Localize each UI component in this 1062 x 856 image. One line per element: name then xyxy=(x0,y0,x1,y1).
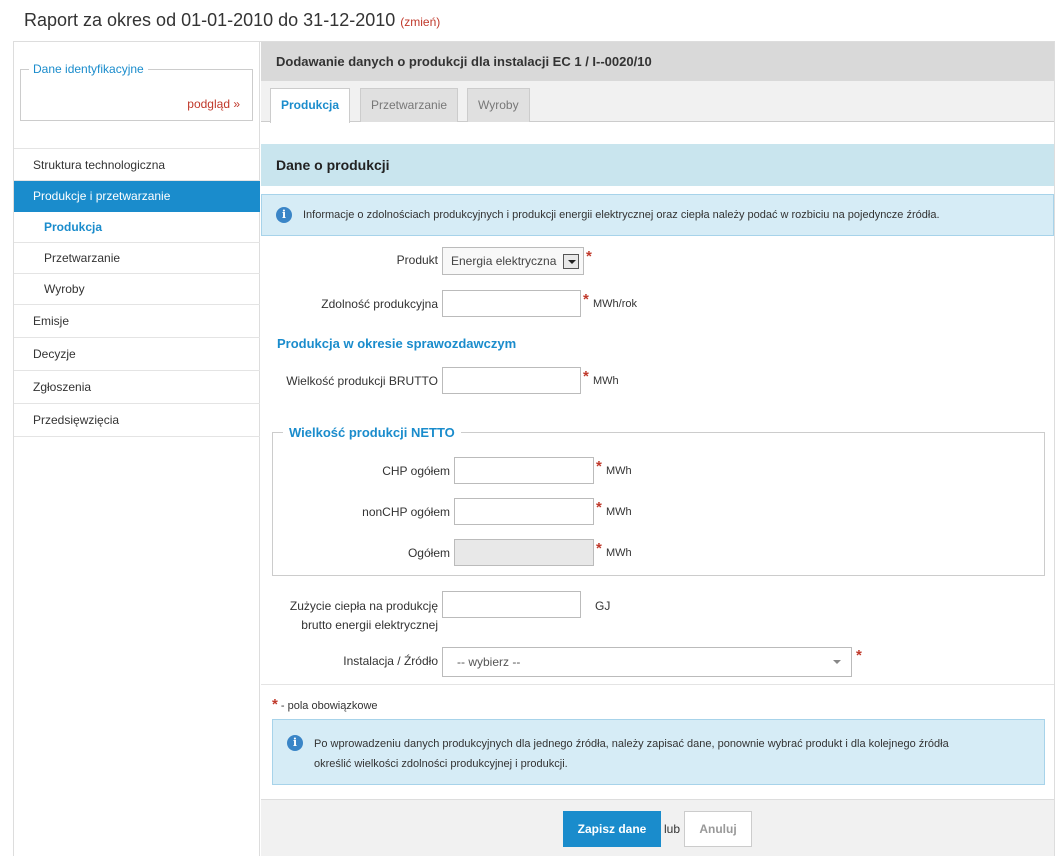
chp-label: CHP ogółem xyxy=(382,464,450,478)
sidebar-item-decisions[interactable]: Decyzje xyxy=(14,338,260,371)
sidebar-subitem-production[interactable]: Produkcja xyxy=(14,212,260,243)
info-box-bottom: i Po wprowadzeniu danych produkcyjnych d… xyxy=(272,719,1045,785)
sidebar-item-production-processing[interactable]: Produkcje i przetwarzanie xyxy=(14,181,260,212)
required-star-icon: * xyxy=(583,291,589,308)
tab-products[interactable]: Wyroby xyxy=(467,88,530,122)
required-star-icon: * xyxy=(583,368,589,385)
cancel-button[interactable]: Anuluj xyxy=(684,811,752,847)
product-select[interactable]: Energia elektryczna xyxy=(442,247,584,275)
total-label: Ogółem xyxy=(407,546,450,560)
chp-unit: MWh xyxy=(606,465,632,477)
heat-label-line1: Zużycie ciepła na produkcję xyxy=(289,599,438,613)
or-text: lub xyxy=(664,822,681,836)
source-select[interactable]: -- wybierz -- xyxy=(442,647,852,677)
chevron-down-icon xyxy=(833,660,841,664)
section-title: Dane o produkcji xyxy=(261,144,1054,186)
required-note: * - pola obowiązkowe xyxy=(272,696,378,713)
nonchp-input[interactable] xyxy=(454,498,594,525)
dropdown-arrow-icon[interactable] xyxy=(563,254,579,269)
capacity-unit: MWh/rok xyxy=(593,298,637,310)
change-period-link[interactable]: zmień xyxy=(404,15,436,29)
tab-processing[interactable]: Przetwarzanie xyxy=(360,88,459,122)
capacity-label: Zdolność produkcyjna xyxy=(321,297,438,311)
info-icon: i xyxy=(276,207,292,223)
divider xyxy=(261,684,1054,685)
source-label: Instalacja / Źródło xyxy=(343,654,438,668)
source-select-value: -- wybierz -- xyxy=(457,655,521,669)
required-star-icon: * xyxy=(596,499,602,516)
info-text-top: Informacje o zdolnościach produkcyjnych … xyxy=(303,209,940,221)
identification-box: Dane identyfikacyjne podgląd » xyxy=(20,62,253,121)
heat-label-line2: brutto energii elektrycznej xyxy=(301,618,438,632)
required-star-icon: * xyxy=(596,458,602,475)
capacity-input[interactable] xyxy=(442,290,581,317)
form-actions: Zapisz dane lub Anuluj xyxy=(261,799,1054,856)
save-button[interactable]: Zapisz dane xyxy=(563,811,661,847)
netto-legend: Wielkość produkcji NETTO xyxy=(283,425,461,440)
required-note-text: - pola obowiązkowe xyxy=(277,700,378,712)
heat-input[interactable] xyxy=(442,591,581,618)
brutto-input[interactable] xyxy=(442,367,581,394)
product-select-value: Energia elektryczna xyxy=(451,254,557,268)
info-box-top: i Informacje o zdolnościach produkcyjnyc… xyxy=(261,194,1054,236)
product-label: Produkt xyxy=(396,253,438,267)
total-input xyxy=(454,539,594,566)
preview-link[interactable]: podgląd » xyxy=(187,97,240,111)
info-text-bottom-line1: Po wprowadzeniu danych produkcyjnych dla… xyxy=(314,738,949,750)
required-star-icon: * xyxy=(856,647,862,664)
app-layout: Dane identyfikacyjne podgląd » Struktura… xyxy=(13,41,1055,856)
sidebar-subitem-products[interactable]: Wyroby xyxy=(14,274,260,305)
sidebar-item-emissions[interactable]: Emisje xyxy=(14,305,260,338)
sidebar-subitem-processing[interactable]: Przetwarzanie xyxy=(14,243,260,274)
required-star-icon: * xyxy=(596,540,602,557)
main-panel: Dodawanie danych o produkcji dla instala… xyxy=(261,42,1054,856)
tab-bar: Produkcja Przetwarzanie Wyroby xyxy=(261,81,1054,123)
netto-fieldset: Wielkość produkcji NETTO CHP ogółem * MW… xyxy=(272,425,1045,576)
nonchp-unit: MWh xyxy=(606,506,632,518)
tab-production[interactable]: Produkcja xyxy=(270,88,351,123)
required-star-icon: * xyxy=(586,248,592,265)
sidebar-item-projects[interactable]: Przedsięwzięcia xyxy=(14,404,260,437)
heat-label: Zużycie ciepła na produkcję brutto energ… xyxy=(261,597,438,635)
info-icon: i xyxy=(287,735,303,751)
heat-unit: GJ xyxy=(595,599,611,613)
brutto-label: Wielkość produkcji BRUTTO xyxy=(286,374,438,388)
period-heading: Produkcja w okresie sprawozdawczym xyxy=(277,336,517,351)
chp-input[interactable] xyxy=(454,457,594,484)
nonchp-label: nonCHP ogółem xyxy=(362,505,450,519)
sidebar-item-structure[interactable]: Struktura technologiczna xyxy=(14,148,260,181)
report-period-title: Raport za okres od 01-01-2010 do 31-12-2… xyxy=(24,10,396,30)
page-title: Raport za okres od 01-01-2010 do 31-12-2… xyxy=(24,10,441,30)
sidebar: Dane identyfikacyjne podgląd » Struktura… xyxy=(14,42,260,856)
main-title: Dodawanie danych o produkcji dla instala… xyxy=(261,42,1054,81)
info-text-bottom-line2: określić wielkości zdolności produkcyjne… xyxy=(314,758,568,770)
identification-legend: Dane identyfikacyjne xyxy=(29,62,148,76)
sidebar-item-notifications[interactable]: Zgłoszenia xyxy=(14,371,260,404)
sidebar-nav: Struktura technologiczna Produkcje i prz… xyxy=(14,148,260,437)
total-unit: MWh xyxy=(606,547,632,559)
brutto-unit: MWh xyxy=(593,375,619,387)
